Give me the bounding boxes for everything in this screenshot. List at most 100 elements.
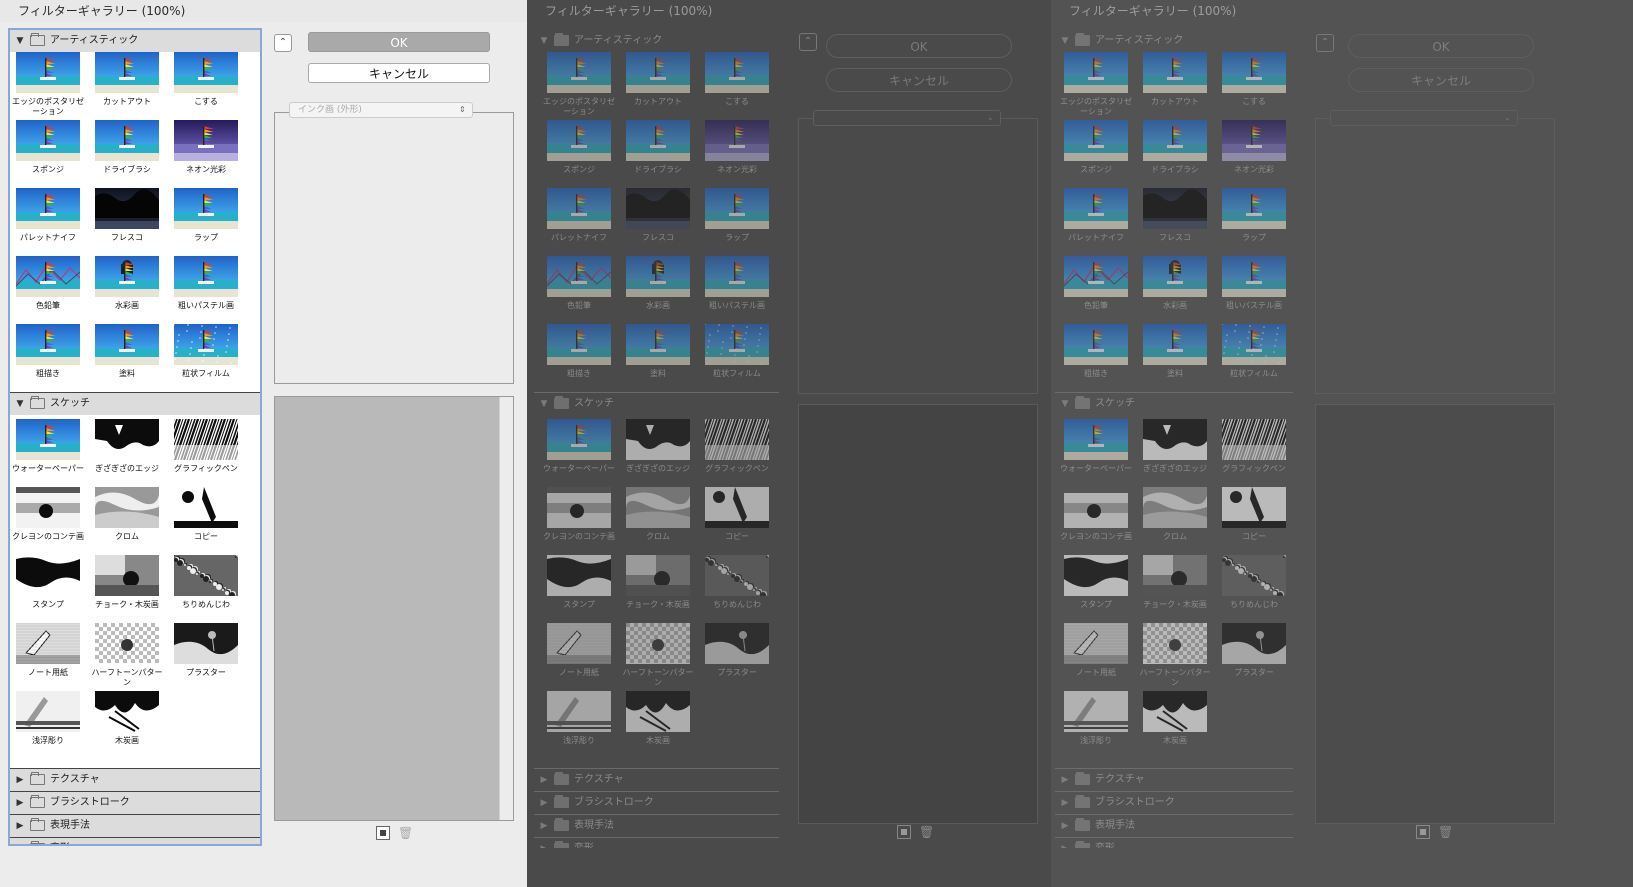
filter-thumbnail[interactable]: 木炭画 (622, 691, 694, 746)
triangle-right-icon[interactable]: ▶ (14, 815, 26, 837)
category-collapsed-4[interactable]: ▶ 変形 (10, 838, 260, 844)
filter-thumbnail[interactable]: パレットナイフ (1060, 188, 1132, 243)
filter-thumbnail[interactable]: グラフィックペン (1218, 419, 1290, 474)
triangle-down-icon[interactable]: ▼ (538, 30, 550, 52)
filter-thumbnail[interactable]: 塗料 (91, 324, 163, 379)
triangle-right-icon[interactable]: ▶ (1059, 815, 1071, 837)
filter-thumbnail[interactable]: スポンジ (1060, 120, 1132, 175)
filter-thumbnail[interactable]: ハーフトーンパターン (1139, 623, 1211, 688)
category-artistic[interactable]: ▼ アーティスティック (10, 30, 260, 52)
filter-thumbnail[interactable]: クレヨンのコンテ画 (543, 487, 615, 542)
trash-icon[interactable]: 🗑 (398, 826, 413, 840)
filter-thumbnail[interactable]: 色鉛筆 (12, 256, 84, 311)
filter-thumbnail[interactable]: スタンプ (543, 555, 615, 610)
filter-thumbnail[interactable]: スタンプ (12, 555, 84, 610)
filter-thumbnail[interactable]: 木炭画 (1139, 691, 1211, 746)
filter-thumbnail[interactable]: 粗描き (1060, 324, 1132, 379)
filter-thumbnail[interactable]: ハーフトーンパターン (622, 623, 694, 688)
new-effect-layer-icon[interactable] (1416, 825, 1430, 839)
filter-select[interactable] (813, 110, 1001, 126)
triangle-right-icon[interactable]: ▶ (1059, 792, 1071, 814)
filter-thumbnail[interactable]: クロム (1139, 487, 1211, 542)
collapse-panel-icon[interactable]: ⌃ (799, 33, 817, 51)
category-collapsed-3[interactable]: ▶ 表現手法 (10, 815, 260, 837)
ok-button[interactable]: OK (826, 34, 1012, 58)
triangle-down-icon[interactable]: ▼ (14, 30, 26, 52)
filter-thumbnail[interactable]: パレットナイフ (543, 188, 615, 243)
filter-thumbnail[interactable]: 粒状フィルム (1218, 324, 1290, 379)
filter-thumbnail[interactable]: ちりめんじわ (1218, 555, 1290, 610)
category-sketch[interactable]: ▼ スケッチ (1055, 393, 1293, 415)
new-effect-layer-icon[interactable] (897, 825, 911, 839)
category-collapsed-4[interactable]: ▶ 変形 (534, 838, 779, 848)
triangle-right-icon[interactable]: ▶ (538, 792, 550, 814)
category-collapsed-3[interactable]: ▶ 表現手法 (1055, 815, 1293, 837)
filter-thumbnail[interactable]: 色鉛筆 (1060, 256, 1132, 311)
cancel-button[interactable]: キャンセル (826, 68, 1012, 92)
triangle-down-icon[interactable]: ▼ (1059, 393, 1071, 415)
triangle-right-icon[interactable]: ▶ (14, 838, 26, 844)
triangle-right-icon[interactable]: ▶ (538, 769, 550, 791)
filter-thumbnail[interactable]: ネオン光彩 (701, 120, 773, 175)
filter-thumbnail[interactable]: ネオン光彩 (170, 120, 242, 175)
filter-thumbnail[interactable]: クロム (91, 487, 163, 542)
ok-button[interactable]: OK (1348, 34, 1534, 58)
filter-thumbnail[interactable]: ネオン光彩 (1218, 120, 1290, 175)
filter-thumbnail[interactable]: プラスター (701, 623, 773, 678)
filter-thumbnail[interactable]: 塗料 (622, 324, 694, 379)
filter-thumbnail[interactable]: ノート用紙 (12, 623, 84, 678)
filter-thumbnail[interactable]: エッジのポスタリゼーション (1060, 52, 1132, 117)
filter-thumbnail[interactable]: スポンジ (543, 120, 615, 175)
filter-thumbnail[interactable]: 粗いパステル画 (701, 256, 773, 311)
trash-icon[interactable]: 🗑 (1438, 825, 1453, 839)
filter-thumbnail[interactable]: 粗いパステル画 (170, 256, 242, 311)
filter-thumbnail[interactable]: ぎざぎざのエッジ (622, 419, 694, 474)
category-collapsed-1[interactable]: ▶ テクスチャ (10, 769, 260, 791)
category-collapsed-1[interactable]: ▶ テクスチャ (534, 769, 779, 791)
filter-thumbnail[interactable]: ぎざぎざのエッジ (91, 419, 163, 474)
filter-thumbnail[interactable]: ラップ (170, 188, 242, 243)
filter-thumbnail[interactable]: ドライブラシ (622, 120, 694, 175)
triangle-down-icon[interactable]: ▼ (14, 393, 26, 415)
filter-thumbnail[interactable]: ウォーターペーパー (12, 419, 84, 474)
filter-category-list[interactable]: ▼ アーティスティック エッジのポスタリゼーション カットアウト こする スポンジ… (534, 30, 779, 848)
filter-thumbnail[interactable]: エッジのポスタリゼーション (543, 52, 615, 117)
collapse-panel-icon[interactable]: ⌃ (1316, 34, 1334, 52)
filter-thumbnail[interactable]: ノート用紙 (543, 623, 615, 678)
filter-thumbnail[interactable]: コピー (170, 487, 242, 542)
filter-category-list[interactable]: ▼ アーティスティック エッジのポスタリゼーション カットアウト こする スポンジ… (8, 28, 262, 846)
filter-thumbnail[interactable]: プラスター (170, 623, 242, 678)
filter-select[interactable]: インク画 (外形) (289, 102, 473, 118)
filter-thumbnail[interactable]: スタンプ (1060, 555, 1132, 610)
filter-thumbnail[interactable]: グラフィックペン (170, 419, 242, 474)
trash-icon[interactable]: 🗑 (919, 825, 934, 839)
filter-thumbnail[interactable]: チョーク・木炭画 (622, 555, 694, 610)
filter-thumbnail[interactable]: 粒状フィルム (701, 324, 773, 379)
filter-thumbnail[interactable]: スポンジ (12, 120, 84, 175)
filter-thumbnail[interactable]: 塗料 (1139, 324, 1211, 379)
filter-thumbnail[interactable]: ウォーターペーパー (543, 419, 615, 474)
filter-thumbnail[interactable]: こする (170, 52, 242, 107)
filter-thumbnail[interactable]: コピー (1218, 487, 1290, 542)
filter-thumbnail[interactable]: カットアウト (1139, 52, 1211, 107)
filter-thumbnail[interactable]: ノート用紙 (1060, 623, 1132, 678)
filter-thumbnail[interactable]: ちりめんじわ (701, 555, 773, 610)
collapse-panel-icon[interactable]: ⌃ (274, 34, 292, 52)
filter-thumbnail[interactable]: パレットナイフ (12, 188, 84, 243)
category-collapsed-2[interactable]: ▶ ブラシストローク (534, 792, 779, 814)
triangle-right-icon[interactable]: ▶ (1059, 769, 1071, 791)
triangle-right-icon[interactable]: ▶ (538, 838, 550, 848)
category-collapsed-1[interactable]: ▶ テクスチャ (1055, 769, 1293, 791)
filter-thumbnail[interactable]: 水彩画 (91, 256, 163, 311)
filter-thumbnail[interactable]: 浅浮彫り (1060, 691, 1132, 746)
triangle-right-icon[interactable]: ▶ (14, 792, 26, 814)
filter-thumbnail[interactable]: カットアウト (91, 52, 163, 107)
filter-thumbnail[interactable]: 粗描き (543, 324, 615, 379)
filter-category-list[interactable]: ▼ アーティスティック エッジのポスタリゼーション カットアウト こする スポンジ… (1055, 30, 1293, 848)
triangle-right-icon[interactable]: ▶ (1059, 838, 1071, 848)
filter-thumbnail[interactable]: ウォーターペーパー (1060, 419, 1132, 474)
filter-thumbnail[interactable]: ハーフトーンパターン (91, 623, 163, 688)
filter-thumbnail[interactable]: 水彩画 (1139, 256, 1211, 311)
filter-thumbnail[interactable]: グラフィックペン (701, 419, 773, 474)
filter-thumbnail[interactable]: ドライブラシ (91, 120, 163, 175)
